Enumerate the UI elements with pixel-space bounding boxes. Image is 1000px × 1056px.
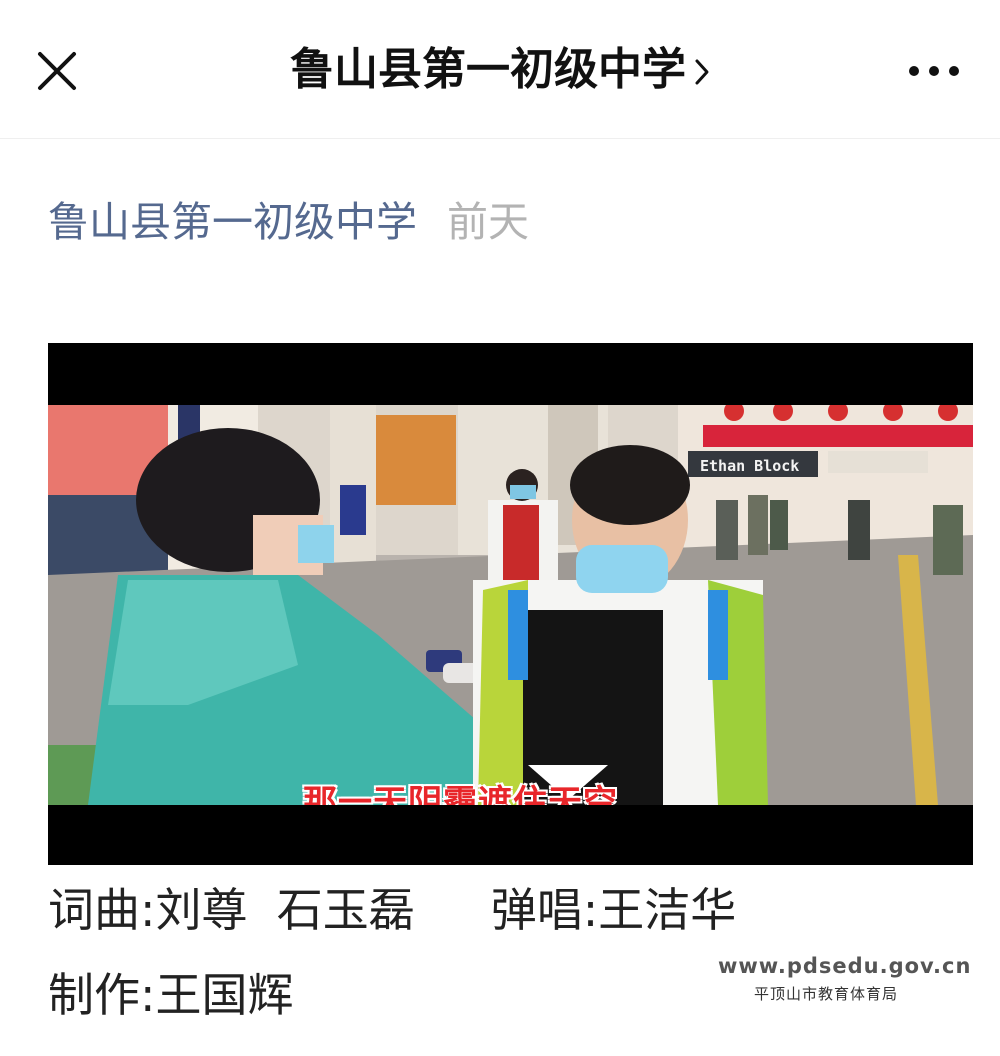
- lyrics-label: 词曲:: [48, 883, 156, 937]
- credits-line-1: 词曲:刘尊 石玉磊 弹唱:王洁华: [48, 880, 736, 940]
- article-page: 鲁山县第一初级中学 鲁山县第一初级中学 前天 Ethan Block 那一天阴霾…: [0, 0, 1000, 1056]
- more-icon: [909, 66, 959, 76]
- chevron-right-icon: [695, 59, 709, 85]
- top-bar: 鲁山县第一初级中学: [0, 0, 1000, 139]
- video-scene-image: Ethan Block: [48, 405, 973, 805]
- post-time: 前天: [447, 198, 529, 246]
- author-link[interactable]: 鲁山县第一初级中学: [48, 198, 417, 246]
- producer-label: 制作:: [48, 968, 156, 1022]
- singer-name: 王洁华: [598, 883, 737, 937]
- lyrics-names: 刘尊 石玉磊: [155, 883, 415, 937]
- video-subtitle: 那一天阴霾遮住天空,: [303, 783, 632, 805]
- more-button[interactable]: [904, 56, 964, 86]
- shop-sign-text: Ethan Block: [700, 457, 799, 475]
- video-frame: Ethan Block 那一天阴霾遮住天空,: [48, 405, 973, 805]
- singer-label: 弹唱:: [490, 883, 599, 937]
- credits-line-2: 制作:王国辉: [48, 965, 294, 1025]
- account-title-link[interactable]: 鲁山县第一初级中学: [0, 38, 1000, 102]
- video-player[interactable]: Ethan Block 那一天阴霾遮住天空,: [48, 343, 973, 865]
- watermark-url: www.pdsedu.gov.cn: [718, 954, 972, 978]
- watermark-org: 平顶山市教育体育局: [754, 985, 899, 1003]
- producer-name: 王国辉: [155, 968, 294, 1022]
- page-title: 鲁山县第一初级中学: [290, 44, 686, 95]
- post-meta: 鲁山县第一初级中学 前天: [48, 192, 529, 252]
